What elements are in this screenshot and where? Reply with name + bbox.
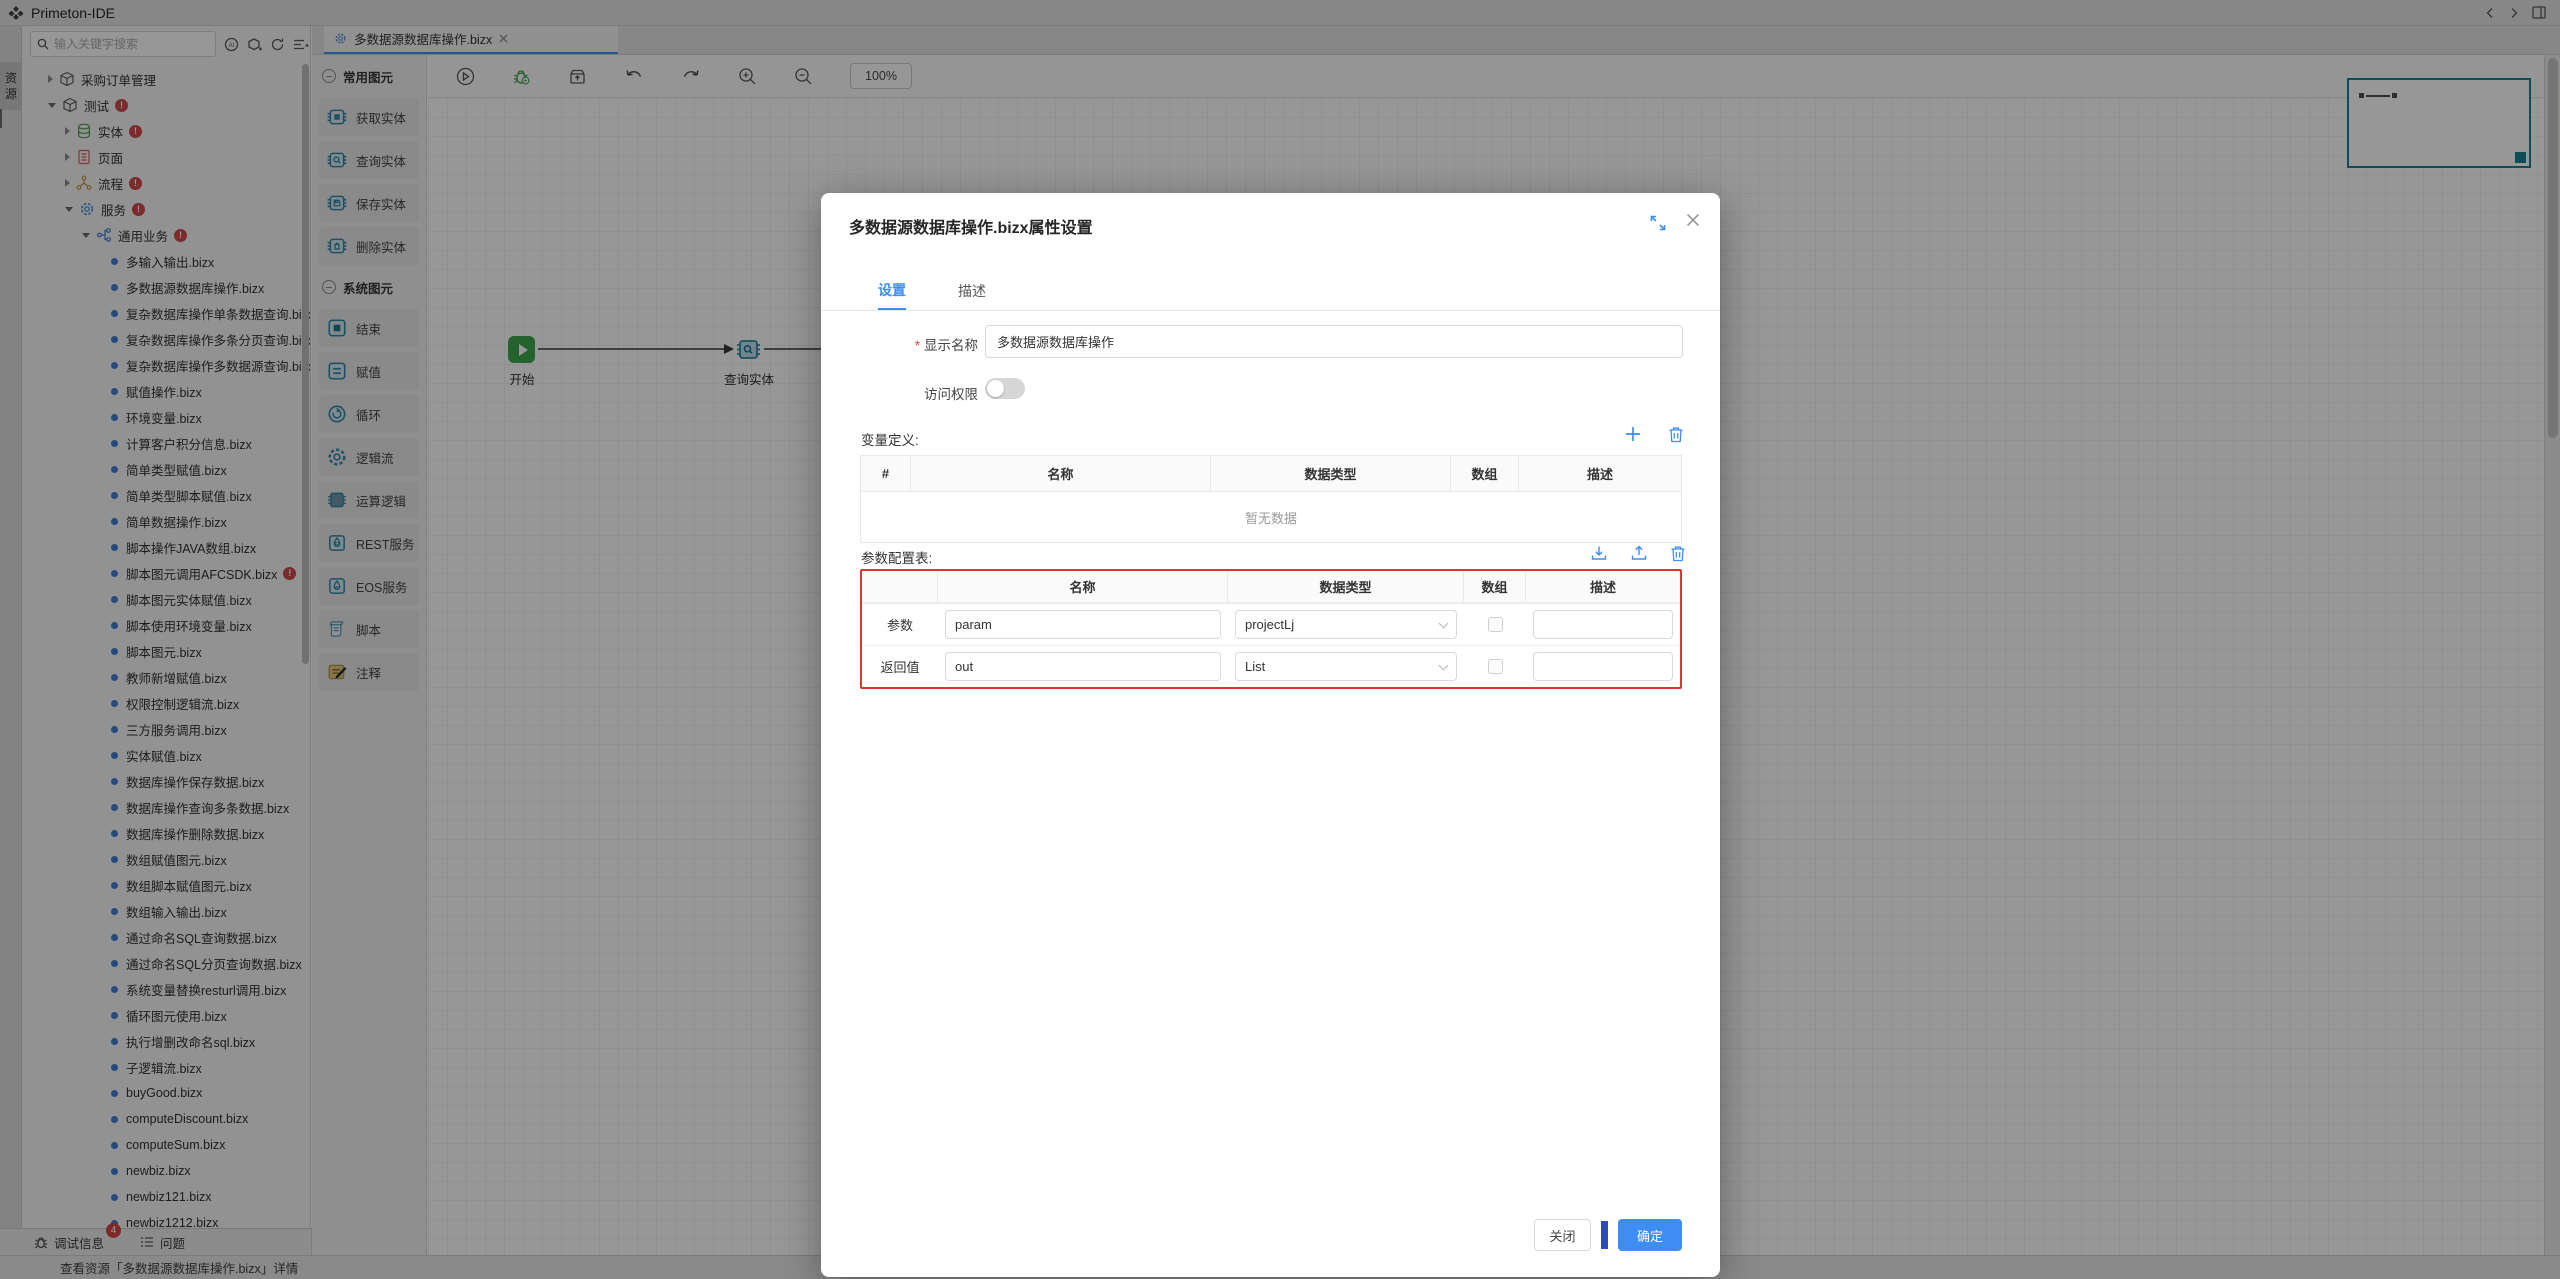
variable-definition-label: 变量定义: [861,429,919,449]
ok-button[interactable]: 确定 [1618,1219,1682,1251]
col-name: 名称 [911,456,1211,491]
access-permission-toggle[interactable] [985,378,1025,399]
dialog-footer: 关闭 确定 [1534,1219,1682,1251]
return-name-input[interactable] [945,652,1221,681]
dialog-tabs: 设置 描述 [821,272,1720,311]
fullscreen-icon[interactable] [1650,215,1666,231]
access-permission-label: 访问权限 [821,383,978,403]
add-variable-icon[interactable] [1624,425,1642,443]
return-row: 返回值 List [862,645,1680,687]
param-datatype-value: projectLj [1245,617,1294,632]
col-datatype: 数据类型 [1211,456,1451,491]
focus-indicator-bar [1601,1221,1608,1249]
chevron-down-icon [1439,618,1449,628]
row-type-label: 参数 [862,604,938,645]
param-name-input[interactable] [945,610,1221,639]
empty-placeholder: 暂无数据 [861,492,1681,542]
display-name-label: 显示名称 [821,334,978,354]
param-datatype-select[interactable]: projectLj [1235,610,1457,639]
col-array: 数组 [1451,456,1519,491]
import-params-icon[interactable] [1590,544,1608,562]
tab-settings[interactable]: 设置 [878,272,906,310]
close-icon[interactable] [1686,213,1700,227]
close-button[interactable]: 关闭 [1534,1219,1591,1251]
display-name-input[interactable] [985,325,1683,358]
param-config-table: 名称 数据类型 数组 描述 参数 projectLj 返回值 List [860,569,1682,689]
return-datatype-value: List [1245,659,1265,674]
col-array: 数组 [1464,571,1526,602]
param-table-header: 名称 数据类型 数组 描述 [862,571,1680,603]
param-desc-input[interactable] [1533,610,1673,639]
col-index: # [861,456,911,491]
tab-description[interactable]: 描述 [958,272,986,310]
col-name: 名称 [938,571,1228,602]
return-desc-input[interactable] [1533,652,1673,681]
col-datatype: 数据类型 [1228,571,1464,602]
chevron-down-icon [1439,660,1449,670]
param-array-checkbox[interactable] [1488,617,1503,632]
param-config-label: 参数配置表: [861,547,932,567]
delete-variable-icon[interactable] [1668,426,1684,443]
return-datatype-select[interactable]: List [1235,652,1457,681]
export-params-icon[interactable] [1630,544,1648,562]
row-type-label: 返回值 [862,646,938,687]
param-row: 参数 projectLj [862,603,1680,645]
primeton-ide-window: Primeton-IDE 资源 AI [0,0,2560,1279]
properties-dialog: 多数据源数据库操作.bizx属性设置 设置 描述 显示名称 访问权限 变量定义:… [821,193,1720,1277]
toggle-knob [987,380,1004,397]
delete-params-icon[interactable] [1670,545,1686,562]
col-desc: 描述 [1526,571,1680,602]
return-array-checkbox[interactable] [1488,659,1503,674]
variable-table: # 名称 数据类型 数组 描述 暂无数据 [860,455,1682,543]
col-rowtype [862,571,938,602]
dialog-title: 多数据源数据库操作.bizx属性设置 [849,214,1093,238]
variable-table-header: # 名称 数据类型 数组 描述 [861,456,1681,492]
col-desc: 描述 [1519,456,1681,491]
